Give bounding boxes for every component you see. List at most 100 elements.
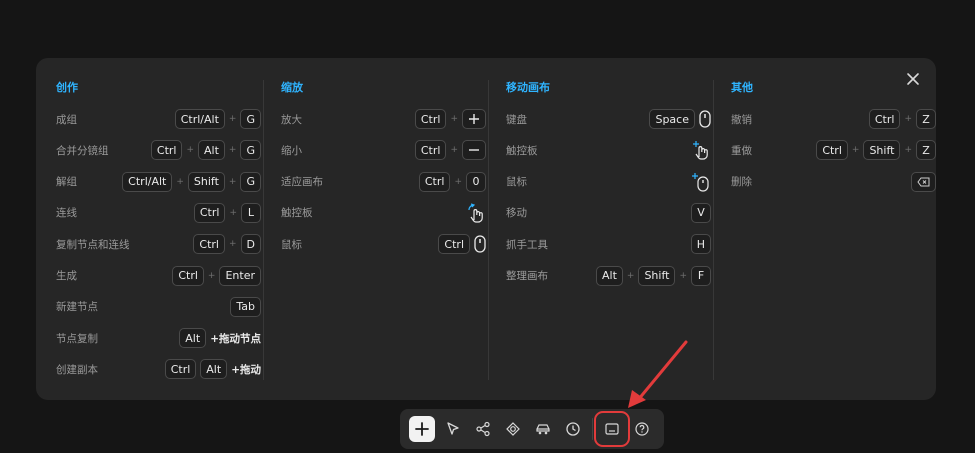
shortcut-label: 适应画布 — [281, 176, 323, 189]
shortcut-row: 鼠标 Ctrl — [281, 234, 486, 255]
key-space: Space — [649, 109, 695, 129]
two-finger-drag-icon — [691, 140, 711, 160]
shortcut-label: 抓手工具 — [506, 238, 548, 251]
shortcuts-panel: 创作 成组 Ctrl/Alt + G 合并分镜组 Ctrl + Alt + G 解组 Ctrl/Alt +… — [36, 58, 936, 400]
key-g: G — [240, 109, 261, 129]
key-ctrl: Ctrl — [816, 140, 848, 161]
minus-icon — [462, 140, 486, 161]
key-ctrl: Ctrl — [164, 359, 197, 380]
toolbar-separator — [592, 418, 593, 440]
help-button[interactable] — [627, 414, 657, 444]
key-combo: H — [690, 234, 711, 255]
key-combo: Ctrl + D — [193, 234, 261, 255]
assets-button[interactable] — [498, 414, 528, 444]
shortcut-row: 创建副本 Ctrl Alt +拖动 — [56, 359, 261, 380]
select-tool-button[interactable] — [438, 414, 468, 444]
add-button[interactable] — [409, 416, 435, 442]
mouse-icon — [699, 110, 711, 128]
shortcut-row: 放大 Ctrl + — [281, 109, 486, 129]
key-ctrl: Ctrl — [193, 202, 226, 223]
shortcut-row: 适应画布 Ctrl +0 — [281, 171, 486, 192]
vehicle-button[interactable] — [528, 414, 558, 444]
shortcut-label: 复制节点和连线 — [56, 238, 130, 251]
shortcut-row: 新建节点 Tab — [56, 296, 261, 317]
plus-separator: + — [229, 207, 237, 218]
shortcut-row: 连线 Ctrl + L — [56, 202, 261, 223]
key-combo: Ctrl/Alt + G — [174, 109, 261, 129]
key-combo: Ctrl + Enter — [172, 265, 261, 286]
car-icon — [535, 421, 551, 437]
history-button[interactable] — [558, 414, 588, 444]
key-combo: Ctrl + Shift + Z — [816, 140, 936, 161]
pinch-gesture-icon — [466, 203, 486, 223]
shortcut-label: 撤销 — [731, 113, 752, 126]
column-divider — [488, 80, 489, 380]
key-g: G — [240, 171, 261, 192]
plus-separator: + — [904, 114, 912, 124]
shortcut-label: 放大 — [281, 113, 302, 126]
keyboard-icon — [604, 421, 620, 437]
key-shift: Shift — [187, 171, 225, 192]
key-alt: Alt — [200, 359, 228, 380]
key-ctrl: Ctrl — [414, 109, 447, 129]
shortcut-row: 移动 V — [506, 202, 711, 223]
key-h: H — [690, 234, 711, 255]
connect-tool-button[interactable] — [468, 414, 498, 444]
shortcut-label: 合并分镜组 — [56, 144, 109, 157]
plus-separator: + — [904, 145, 912, 156]
plus-separator: + — [450, 145, 458, 156]
column-title: 缩放 — [281, 81, 303, 94]
key-shift: Shift — [638, 265, 676, 286]
shortcut-label: 删除 — [731, 176, 752, 189]
column-title: 创作 — [56, 81, 78, 94]
column-title: 移动画布 — [506, 81, 550, 94]
drag-suffix: +拖动节点 — [210, 332, 261, 345]
mouse-drag-icon — [691, 172, 711, 192]
column-divider — [263, 80, 264, 380]
key-combo — [691, 172, 711, 192]
shortcut-row: 触控板 — [281, 203, 486, 223]
key-z: Z — [916, 140, 936, 161]
key-combo — [691, 140, 711, 160]
plus-separator: + — [228, 114, 237, 124]
key-tab: Tab — [230, 296, 261, 317]
shortcut-label: 触控板 — [506, 144, 538, 157]
shortcut-row: 整理画布 Alt + Shift + F — [506, 265, 711, 286]
key-combo — [911, 171, 936, 192]
shortcut-label: 移动 — [506, 207, 527, 220]
key-combo: Alt + Shift + F — [595, 265, 711, 286]
key-ctrl: Ctrl — [172, 265, 204, 286]
key-0: 0 — [466, 171, 486, 192]
shortcut-row: 触控板 — [506, 140, 711, 160]
clock-icon — [565, 421, 581, 437]
shortcut-row: 缩小 Ctrl + — [281, 140, 486, 161]
plus-separator: + — [454, 176, 462, 187]
shortcuts-button[interactable] — [594, 411, 630, 447]
shortcut-row: 生成 Ctrl + Enter — [56, 265, 261, 286]
key-g: G — [240, 140, 261, 161]
key-v: V — [691, 202, 711, 223]
help-icon — [634, 421, 650, 437]
shortcut-label: 键盘 — [506, 113, 527, 126]
shortcut-label: 鼠标 — [506, 176, 527, 189]
key-enter: Enter — [219, 265, 261, 286]
column-title: 其他 — [731, 81, 753, 94]
plus-icon — [462, 109, 486, 129]
key-combo: Ctrl + L — [193, 202, 261, 223]
key-alt: Alt — [198, 140, 225, 161]
plus-separator: + — [851, 145, 860, 156]
shortcut-label: 解组 — [56, 176, 77, 189]
column-divider — [713, 80, 714, 380]
plus-separator: + — [228, 239, 237, 250]
key-f: F — [691, 265, 711, 286]
shapes-icon — [505, 421, 521, 437]
shortcut-row: 撤销 Ctrl + Z — [731, 109, 936, 129]
red-arrow-annotation — [628, 340, 688, 408]
key-ctrl: Ctrl — [418, 171, 451, 192]
shortcut-column-1: 缩放 放大 Ctrl + 缩小 Ctrl + 适应画布 Ctrl +0 触控板 鼠标 Ctrl — [281, 58, 486, 400]
plus-separator: + — [207, 270, 216, 281]
key-combo: Ctrl — [438, 234, 486, 255]
shortcut-row: 成组 Ctrl/Alt + G — [56, 109, 261, 129]
key-ctrl: Ctrl — [150, 140, 183, 161]
key-combo: Ctrl + — [414, 140, 486, 161]
